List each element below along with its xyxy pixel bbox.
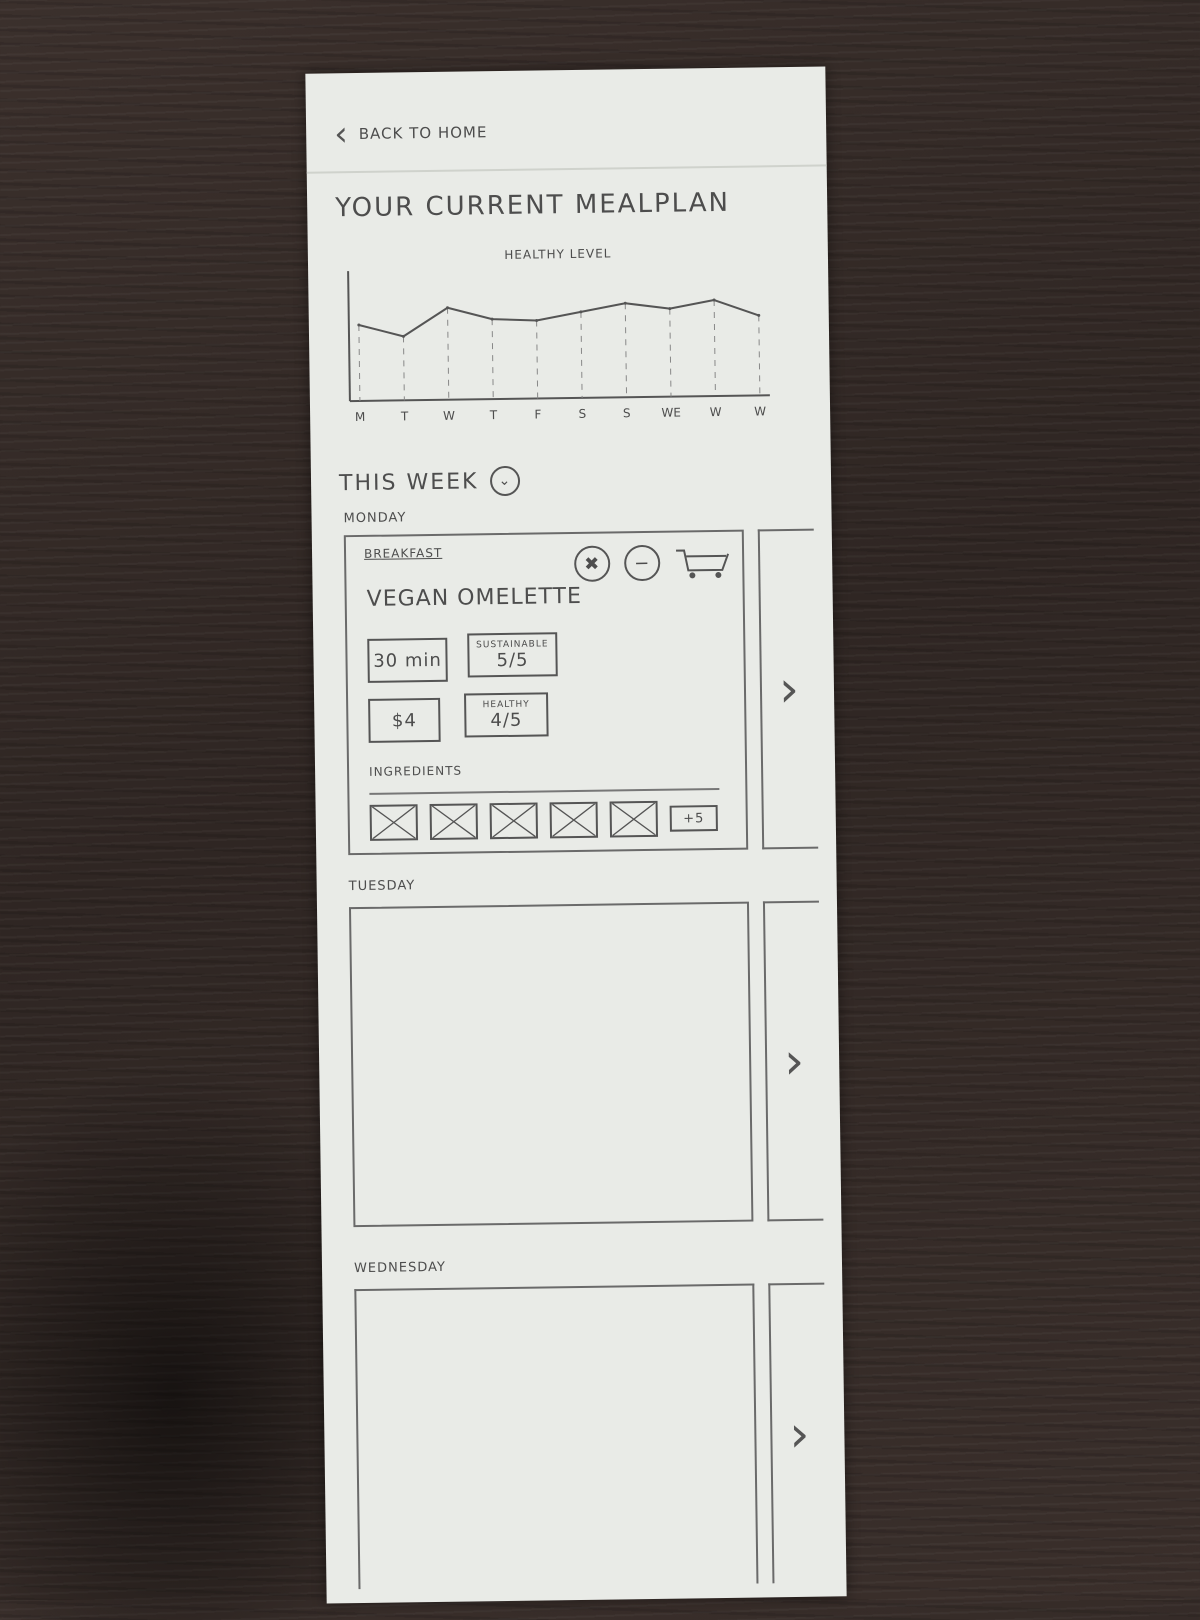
this-week-header: This week ⌄	[338, 465, 521, 499]
next-meal-button-wednesday[interactable]: ›	[768, 1282, 829, 1584]
meal-actions: ✖ −	[573, 544, 730, 582]
ingredient-image-placeholder[interactable]	[549, 801, 599, 839]
time-value: 30 min	[373, 649, 442, 672]
chevron-right-icon: ›	[788, 1404, 810, 1464]
x-tick-label: S	[623, 406, 631, 420]
chevron-down-icon[interactable]: ⌄	[490, 465, 521, 497]
next-meal-button-tuesday[interactable]: ›	[762, 900, 824, 1222]
chevron-right-icon: ›	[783, 1031, 805, 1091]
x-tick-label: W	[710, 405, 722, 419]
x-tick-label: S	[578, 407, 586, 421]
ingredient-image-placeholder[interactable]	[429, 803, 479, 841]
grid-line	[402, 336, 405, 401]
x-tick-label: M	[355, 410, 366, 424]
time-chip: 30 min	[367, 637, 448, 683]
meal-card-wednesday[interactable]	[354, 1283, 759, 1590]
healthy-caption: Healthy	[482, 699, 530, 710]
top-bar: ‹ Back to home	[305, 66, 827, 174]
ingredient-image-placeholder[interactable]	[489, 802, 539, 840]
ingredient-image-placeholder[interactable]	[609, 800, 659, 838]
sustainable-caption: Sustainable	[476, 638, 549, 650]
x-tick-label: T	[400, 409, 409, 423]
more-ingredients-button[interactable]: +5	[669, 805, 718, 832]
x-tick-label: W	[443, 409, 455, 423]
day-label-monday: Monday	[343, 510, 407, 527]
y-axis	[347, 271, 351, 402]
grid-line	[580, 311, 583, 398]
grid-line	[624, 303, 628, 398]
grid-line	[536, 320, 539, 399]
back-label: Back to home	[358, 123, 488, 143]
price-value: $4	[391, 709, 417, 732]
x-tick-label: F	[534, 407, 541, 421]
page-title: Your current mealplan	[335, 187, 731, 224]
day-label-tuesday: Tuesday	[348, 878, 416, 895]
meal-card-monday[interactable]: Breakfast ✖ − Vegan omelette 30 min Sust…	[343, 529, 749, 856]
grid-line	[358, 324, 361, 401]
sustainable-value: 5/5	[496, 649, 529, 671]
chevron-left-icon: ‹	[333, 114, 350, 155]
grid-line	[669, 308, 672, 397]
ingredients-list: +5	[369, 787, 721, 843]
chart-title: HEALTHY LEVEL	[504, 246, 611, 261]
chevron-right-icon: ›	[778, 659, 800, 719]
ingredients-label: Ingredients	[369, 763, 463, 779]
phone-screen-sketch: ‹ Back to home Your current mealplan HEA…	[305, 66, 847, 1604]
back-to-home-button[interactable]: ‹ Back to home	[333, 114, 488, 155]
nutrition-icon[interactable]: ✖	[573, 545, 611, 582]
next-meal-button-monday[interactable]: ›	[757, 528, 819, 850]
grid-line	[713, 300, 716, 397]
day-label-wednesday: Wednesday	[353, 1259, 447, 1277]
grid-line	[447, 307, 450, 400]
healthy-value: 4/5	[490, 709, 523, 731]
healthy-level-chart: HEALTHY LEVEL M T W T F S S WE W W	[328, 235, 791, 441]
meal-name: Vegan omelette	[366, 583, 583, 612]
sustainable-chip: Sustainable 5/5	[467, 632, 558, 678]
grid-line	[758, 315, 761, 396]
this-week-label: This week	[338, 468, 479, 496]
price-chip: $4	[368, 697, 441, 743]
series-line-healthy-level	[358, 299, 760, 338]
meal-type-label[interactable]: Breakfast	[364, 546, 442, 561]
x-tick-label: T	[489, 408, 498, 422]
healthy-chip: Healthy 4/5	[464, 692, 549, 738]
x-axis	[349, 394, 770, 403]
remove-icon[interactable]: −	[623, 544, 661, 582]
x-tick-label: WE	[661, 405, 681, 419]
meal-card-tuesday[interactable]	[348, 901, 754, 1228]
cart-icon[interactable]	[674, 544, 730, 581]
chart-svg: HEALTHY LEVEL M T W T F S S WE W W	[347, 246, 770, 424]
x-tick-label: W	[754, 404, 766, 418]
grid-line	[491, 319, 494, 400]
ingredient-image-placeholder[interactable]	[369, 804, 419, 841]
